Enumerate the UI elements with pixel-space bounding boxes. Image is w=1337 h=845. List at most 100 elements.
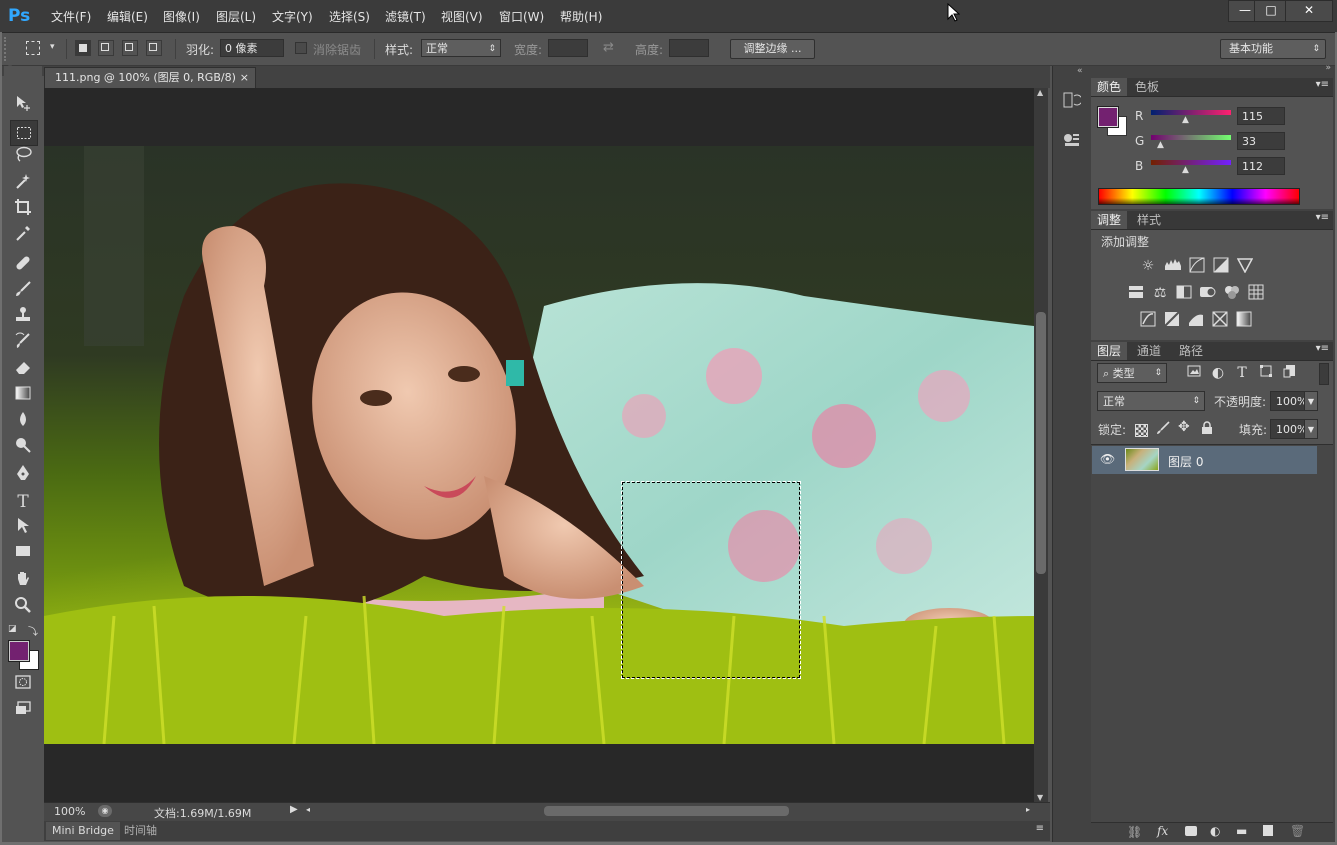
healing-brush-tool-icon[interactable] <box>10 254 36 278</box>
channel-g-input[interactable]: 33 <box>1237 132 1285 150</box>
preset-dropdown-icon[interactable]: ▾ <box>50 42 55 52</box>
vibrance-icon[interactable] <box>1236 257 1254 275</box>
menu-filter[interactable]: 滤镜(T) <box>385 8 426 26</box>
panel-menu-icon[interactable]: ▾≡ <box>1316 212 1329 223</box>
status-icon[interactable]: ◉ <box>98 805 112 817</box>
layer-filter-select[interactable]: ⌕ 类型 ⇕ <box>1097 363 1167 383</box>
fill-dropdown-icon[interactable]: ▼ <box>1304 419 1318 439</box>
levels-icon[interactable] <box>1164 257 1182 275</box>
tab-color[interactable]: 颜色 <box>1091 78 1128 96</box>
subtract-selection-icon[interactable] <box>122 40 138 56</box>
menu-window[interactable]: 窗口(W) <box>499 8 544 26</box>
style-select[interactable]: 正常 ⇕ <box>421 39 501 57</box>
document-tab-close-icon[interactable]: × <box>240 68 249 88</box>
layer-name[interactable]: 图层 0 <box>1168 453 1203 470</box>
invert-icon[interactable] <box>1139 311 1157 329</box>
quick-mask-icon[interactable] <box>10 674 36 698</box>
tab-channels[interactable]: 通道 <box>1131 342 1167 360</box>
foreground-color-swatch[interactable] <box>9 641 29 661</box>
path-selection-tool-icon[interactable] <box>10 516 36 540</box>
curves-icon[interactable] <box>1188 257 1206 275</box>
channel-b-input[interactable]: 112 <box>1237 157 1285 175</box>
crop-tool-icon[interactable] <box>10 198 36 222</box>
scroll-down-icon[interactable]: ▼ <box>1037 793 1043 802</box>
photo-filter-icon[interactable] <box>1199 284 1217 302</box>
menu-layer[interactable]: 图层(L) <box>216 8 256 26</box>
magic-wand-tool-icon[interactable] <box>10 172 36 196</box>
expand-icon[interactable]: « <box>1077 66 1083 76</box>
menu-select[interactable]: 选择(S) <box>329 8 370 26</box>
channel-mixer-icon[interactable] <box>1223 284 1241 302</box>
options-grip[interactable] <box>4 37 12 61</box>
antialias-checkbox[interactable] <box>295 42 307 54</box>
zoom-level[interactable]: 100% <box>54 805 85 818</box>
document-tab[interactable]: 111.png @ 100% (图层 0, RGB/8) × <box>44 67 256 88</box>
filter-pixel-icon[interactable] <box>1185 364 1203 382</box>
history-icon[interactable] <box>1061 90 1083 110</box>
new-adjustment-layer-icon[interactable]: ◐ <box>1210 824 1220 838</box>
rectangle-tool-icon[interactable] <box>10 542 36 566</box>
color-panel-foreground-swatch[interactable] <box>1098 107 1118 127</box>
lock-paint-icon[interactable] <box>1155 420 1171 440</box>
channel-g-thumb-icon[interactable]: ▲ <box>1157 140 1164 150</box>
layer-row[interactable]: 👁 图层 0 <box>1092 446 1317 474</box>
collapse-panels-icon[interactable]: » <box>1325 63 1331 73</box>
eraser-tool-icon[interactable] <box>10 358 36 382</box>
menu-file[interactable]: 文件(F) <box>51 8 91 26</box>
horizontal-scroll-thumb[interactable] <box>544 806 789 816</box>
tab-swatches[interactable]: 色板 <box>1129 78 1165 96</box>
vertical-scroll-thumb[interactable] <box>1036 312 1046 574</box>
new-group-icon[interactable]: ▬ <box>1236 824 1247 838</box>
add-selection-icon[interactable] <box>98 40 114 56</box>
new-selection-icon[interactable] <box>75 40 91 56</box>
link-layers-icon[interactable]: ⛓ <box>1127 825 1142 839</box>
panel-menu-icon[interactable]: ▾≡ <box>1316 343 1329 354</box>
color-lookup-icon[interactable] <box>1247 284 1265 302</box>
tab-styles[interactable]: 样式 <box>1131 211 1167 229</box>
layer-thumbnail[interactable] <box>1125 448 1159 471</box>
scroll-up-icon[interactable]: ▲ <box>1037 88 1043 97</box>
default-colors-icon[interactable]: ◪ <box>8 624 17 634</box>
filter-smart-object-icon[interactable] <box>1281 364 1299 382</box>
color-spectrum-bar[interactable] <box>1098 188 1300 205</box>
selection-marquee[interactable] <box>621 481 801 679</box>
posterize-icon[interactable] <box>1163 311 1181 329</box>
channel-b-thumb-icon[interactable]: ▲ <box>1182 165 1189 175</box>
menu-type[interactable]: 文字(Y) <box>272 8 313 26</box>
marquee-preset-icon[interactable] <box>26 41 40 55</box>
feather-input[interactable]: 0 像素 <box>220 39 284 57</box>
opacity-input[interactable]: 100% ▼ <box>1270 391 1318 411</box>
channel-r-slider[interactable] <box>1151 110 1231 115</box>
brush-tool-icon[interactable] <box>10 280 36 304</box>
lasso-tool-icon[interactable] <box>10 146 36 170</box>
scroll-left-icon[interactable]: ◂ <box>306 805 310 814</box>
blur-tool-icon[interactable] <box>10 410 36 434</box>
gradient-tool-icon[interactable] <box>10 384 36 408</box>
blend-mode-select[interactable]: 正常 ⇕ <box>1097 391 1205 411</box>
tab-timeline[interactable]: 时间轴 <box>118 822 163 840</box>
panel-menu-icon[interactable]: ▾≡ <box>1316 79 1329 90</box>
filter-adjustment-icon[interactable]: ◐ <box>1209 364 1227 382</box>
close-button[interactable]: ✕ <box>1285 0 1333 22</box>
tab-mini-bridge[interactable]: Mini Bridge <box>46 822 120 840</box>
lock-all-icon[interactable] <box>1201 421 1213 438</box>
brightness-contrast-icon[interactable]: ☼ <box>1139 257 1157 275</box>
clone-stamp-tool-icon[interactable] <box>10 306 36 330</box>
filter-shape-icon[interactable] <box>1257 364 1275 382</box>
fill-input[interactable]: 100% ▼ <box>1270 419 1318 439</box>
intersect-selection-icon[interactable] <box>146 40 162 56</box>
type-tool-icon[interactable]: T <box>10 490 36 514</box>
tab-layers[interactable]: 图层 <box>1091 342 1128 360</box>
workspace-select[interactable]: 基本功能 ⇕ <box>1220 39 1326 59</box>
maximize-button[interactable]: □ <box>1254 0 1288 22</box>
add-mask-icon[interactable] <box>1185 826 1197 836</box>
rectangular-marquee-tool-icon[interactable] <box>10 120 38 146</box>
scroll-right-icon[interactable]: ▸ <box>1026 805 1030 814</box>
tab-adjustments[interactable]: 调整 <box>1091 211 1128 229</box>
hand-tool-icon[interactable] <box>10 570 36 594</box>
new-layer-icon[interactable] <box>1263 825 1273 836</box>
move-tool-icon[interactable] <box>10 94 36 118</box>
menu-image[interactable]: 图像(I) <box>163 8 200 26</box>
dodge-tool-icon[interactable] <box>10 436 36 460</box>
swap-colors-icon[interactable]: ⤵ <box>28 623 38 638</box>
